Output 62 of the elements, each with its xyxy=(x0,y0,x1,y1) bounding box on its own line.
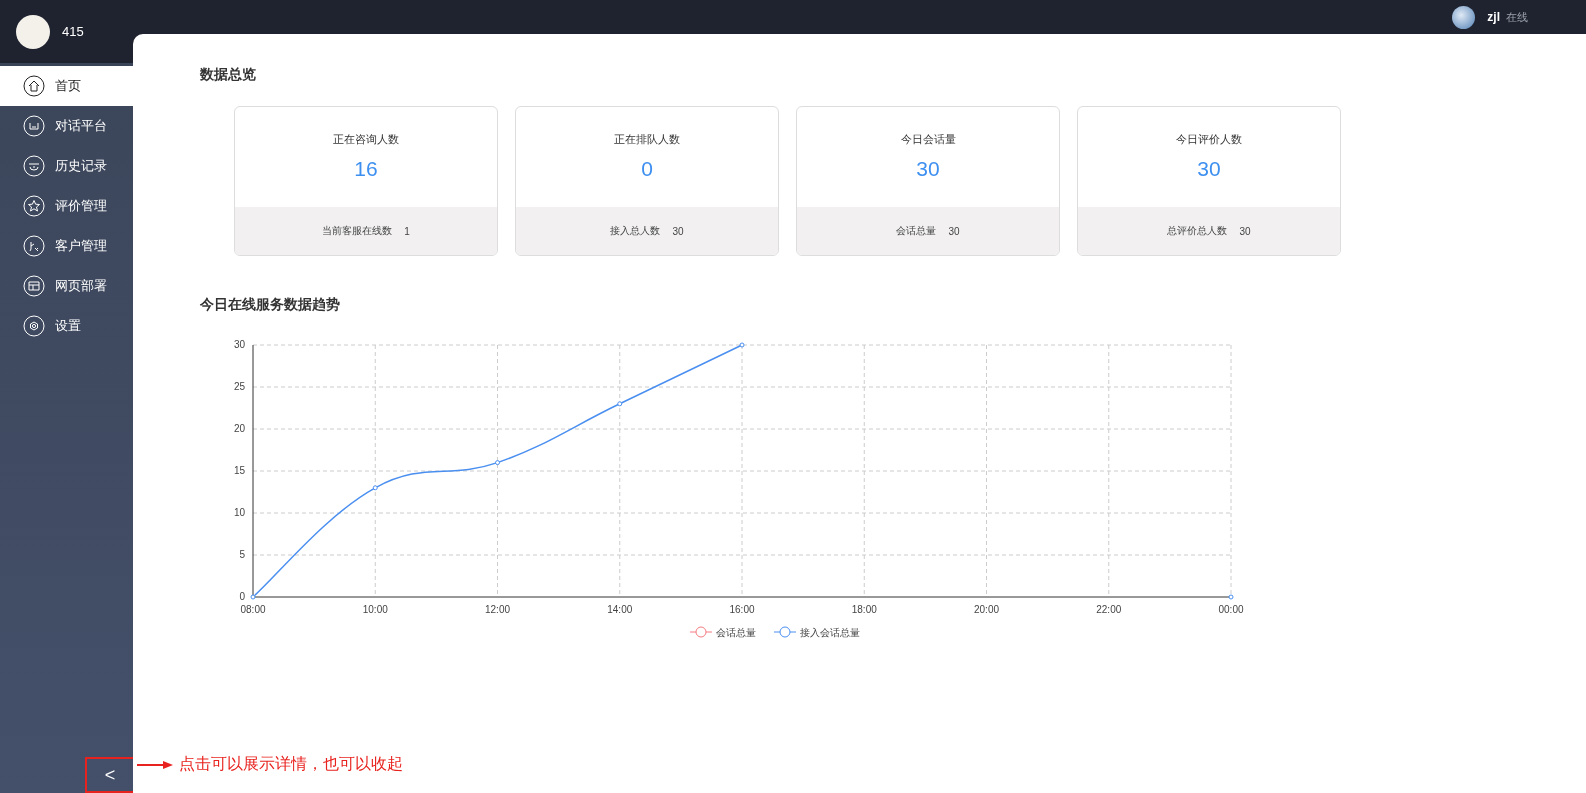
sidebar-item[interactable]: 网页部署 xyxy=(0,266,133,306)
y-tick-label: 30 xyxy=(233,339,245,350)
data-point xyxy=(1228,594,1234,600)
sidebar-item[interactable]: 历史记录 xyxy=(0,146,133,186)
footer-label: 会话总量 xyxy=(896,224,937,238)
stat-label: 正在咨询人数 xyxy=(333,132,399,147)
stat-label: 今日会话量 xyxy=(900,132,956,147)
user-icon xyxy=(23,235,45,257)
x-tick-label: 16:00 xyxy=(729,604,755,615)
section-title: 今日在线服务数据趋势 xyxy=(200,296,341,314)
user-name: zjl xyxy=(1487,10,1500,24)
data-point xyxy=(372,485,378,491)
footer-label: 总评价总人数 xyxy=(1167,224,1228,238)
data-point xyxy=(250,594,256,600)
sidebar-item[interactable]: 评价管理 xyxy=(0,186,133,226)
y-tick-label: 5 xyxy=(239,549,245,560)
stat-value: 30 xyxy=(916,157,940,181)
section-title: 数据总览 xyxy=(200,66,257,84)
stat-value: 30 xyxy=(1197,157,1221,181)
x-tick-label: 22:00 xyxy=(1096,604,1122,615)
y-tick-label: 20 xyxy=(233,423,245,434)
home-icon xyxy=(23,75,45,97)
sidebar-item[interactable]: 客户管理 xyxy=(0,226,133,266)
x-tick-label: 14:00 xyxy=(607,604,633,615)
footer-value: 30 xyxy=(672,225,684,237)
footer-value: 30 xyxy=(948,225,960,237)
x-tick-label: 20:00 xyxy=(974,604,999,615)
data-point xyxy=(617,401,623,407)
x-tick-label: 00:00 xyxy=(1218,604,1244,615)
settings-icon xyxy=(23,315,45,337)
legend-label: 接入会话总量 xyxy=(800,627,860,638)
footer-value: 30 xyxy=(1239,225,1251,237)
data-point xyxy=(739,342,745,348)
sidebar-item[interactable]: 设置 xyxy=(0,306,133,346)
data-point xyxy=(495,460,500,466)
logo-avatar xyxy=(16,14,50,49)
user-avatar[interactable] xyxy=(1452,5,1476,29)
app-name: 415 xyxy=(62,24,84,39)
sidebar-item[interactable]: 对话平台 xyxy=(0,106,133,146)
layout-icon xyxy=(23,275,45,297)
stat-value: 0 xyxy=(641,157,653,181)
x-tick-label: 18:00 xyxy=(851,604,877,615)
clock-icon xyxy=(23,155,45,177)
x-tick-label: 08:00 xyxy=(240,604,266,615)
y-tick-label: 10 xyxy=(233,507,245,518)
y-tick-label: 25 xyxy=(233,381,245,392)
stat-label: 今日评价人数 xyxy=(1176,132,1242,147)
footer-value: 1 xyxy=(404,225,410,237)
x-tick-label: 10:00 xyxy=(362,604,388,615)
footer-label: 当前客服在线数 xyxy=(322,224,393,238)
y-tick-label: 15 xyxy=(233,465,245,476)
sidebar-item[interactable]: 首页 xyxy=(0,66,133,106)
chat-icon xyxy=(23,115,45,137)
footer-label: 接入总人数 xyxy=(610,224,661,238)
legend-label: 会话总量 xyxy=(716,627,756,638)
x-tick-label: 12:00 xyxy=(485,604,510,615)
annotation-arrow xyxy=(137,759,173,770)
annotation-text: 点击可以展示详情，也可以收起 xyxy=(179,754,403,774)
y-tick-label: 0 xyxy=(239,591,245,602)
stat-value: 16 xyxy=(354,157,378,181)
stat-label: 正在排队人数 xyxy=(614,132,680,147)
user-status: 在线 xyxy=(1506,9,1528,25)
